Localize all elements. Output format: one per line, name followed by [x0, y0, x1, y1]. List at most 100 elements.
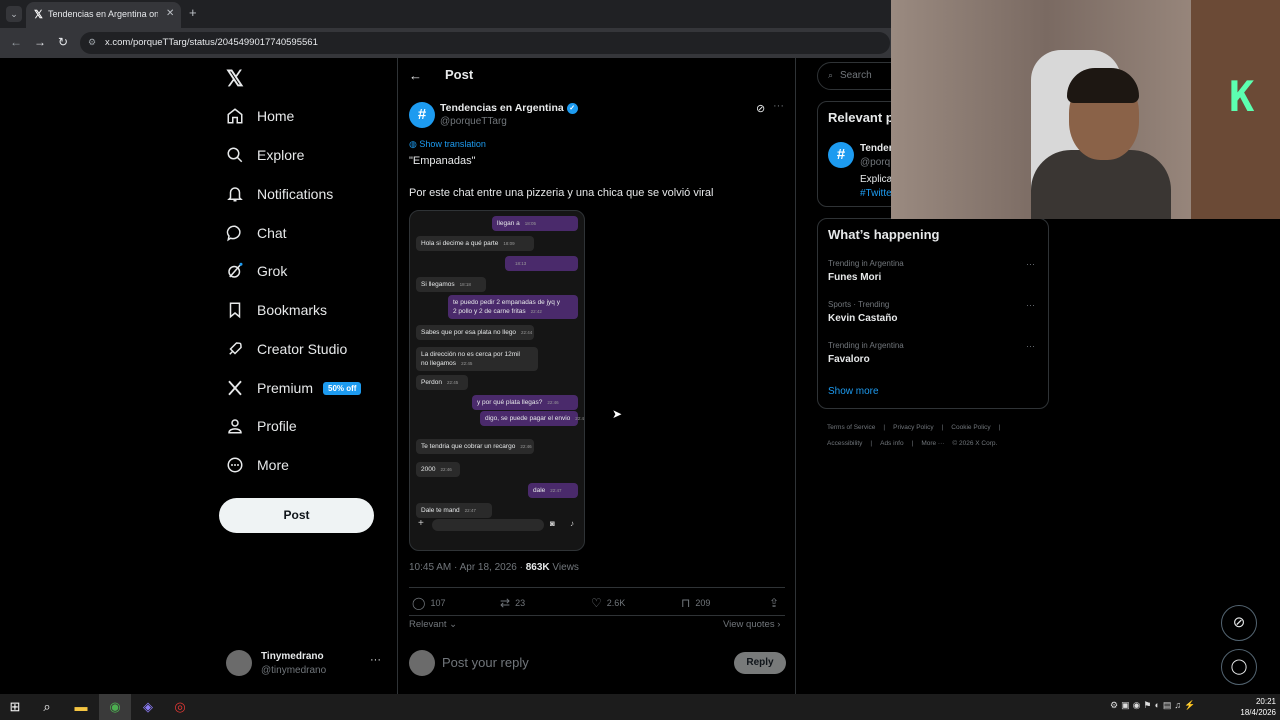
- footer-link[interactable]: Ads info: [880, 440, 904, 447]
- new-tab-icon[interactable]: +: [189, 5, 197, 20]
- discord-icon[interactable]: ◈: [139, 698, 157, 716]
- chat-fab-button[interactable]: ◯: [1221, 649, 1257, 685]
- chat-bubble-incoming: La dirección no es cerca por 12mil no lle…: [416, 347, 538, 371]
- chat-message-time: 22:45: [461, 361, 473, 366]
- chat-message-time: 22:46: [520, 444, 532, 449]
- reply-button[interactable]: Reply: [734, 652, 786, 674]
- like-action[interactable]: ♡ 2.6K: [591, 596, 625, 610]
- footer-link[interactable]: Privacy Policy: [893, 424, 933, 431]
- more-dots-icon[interactable]: ···: [1026, 259, 1035, 269]
- tab-close-icon[interactable]: ✕: [166, 8, 174, 19]
- heart-icon: ♡: [591, 596, 602, 610]
- system-tray-icons[interactable]: ⚙▣◉⚑◐▤♫⚡: [1110, 700, 1198, 711]
- tweet-text-line: "Empanadas": [409, 155, 476, 167]
- chat-message-text: llegan a: [497, 220, 520, 227]
- chat-message-text: te puedo pedir 2 empanadas de jyq y: [453, 299, 560, 306]
- post-column: ← Post # Tendencias en Argentina ✓ @porqu…: [397, 58, 796, 694]
- chat-bubble-outgoing: 18:13: [505, 256, 578, 271]
- address-bar[interactable]: ⚙ x.com/porqueTTarg/status/2045499017740…: [80, 32, 890, 54]
- footer-link[interactable]: Terms of Service: [827, 424, 875, 431]
- grok-explain-icon[interactable]: ⊘: [756, 102, 765, 115]
- bookmark-action[interactable]: ⊓ 209: [681, 596, 710, 610]
- user-handle: @tinymedrano: [261, 665, 327, 676]
- trend-name: Favaloro: [828, 354, 870, 365]
- person-icon: [228, 419, 242, 434]
- post-button[interactable]: Post: [219, 498, 374, 533]
- footer-link[interactable]: Cookie Policy: [951, 424, 990, 431]
- mic-icon: ♪: [570, 519, 574, 528]
- author-avatar[interactable]: #: [409, 102, 435, 128]
- tweet-image[interactable]: + ◙ ♪ llegan a 18:05 Hola si decime a qué …: [409, 210, 585, 551]
- chat-message-text: no llegamos: [421, 360, 457, 367]
- sidebar-item-bookmarks[interactable]: Bookmarks: [226, 296, 327, 324]
- post-timestamp: 10:45 AM · Apr 18, 2026 · 863K Views: [409, 562, 579, 573]
- obs-icon[interactable]: ◎: [171, 698, 189, 716]
- grok-fab-button[interactable]: ⊘: [1221, 605, 1257, 641]
- sidebar-item-profile[interactable]: Profile: [226, 412, 297, 440]
- author-handle[interactable]: @porqueTTarg: [440, 116, 507, 127]
- sidebar-item-label: More: [257, 457, 289, 473]
- sidebar-item-creator-studio[interactable]: Creator Studio: [226, 335, 347, 363]
- sidebar-item-more[interactable]: More: [226, 451, 289, 479]
- reply-sort-dropdown[interactable]: Relevant ⌄: [409, 619, 457, 630]
- chat-message-time: 22:46: [575, 416, 585, 421]
- tab-search-icon[interactable]: ⌄: [6, 6, 22, 22]
- chrome-icon[interactable]: ◉: [106, 698, 124, 716]
- more-dots-icon[interactable]: ···: [1026, 300, 1035, 310]
- search-icon: ⌕: [828, 70, 834, 80]
- relevant-user-handle: @porq: [860, 157, 891, 168]
- webcam-overlay: K: [891, 0, 1280, 219]
- reply-input[interactable]: Post your reply: [442, 655, 529, 670]
- windows-start-icon[interactable]: ⊞: [6, 698, 24, 716]
- user-name: Tinymedrano: [261, 651, 324, 662]
- search-icon[interactable]: ⌕: [38, 698, 56, 716]
- x-logo-icon[interactable]: 𝕏: [226, 66, 244, 92]
- footer-links: Accessibility | Ads info | More ··· © 2026 X …: [827, 440, 1057, 447]
- footer-link[interactable]: More ···: [921, 440, 944, 447]
- share-action[interactable]: ⇪: [769, 596, 784, 610]
- trend-item[interactable]: Trending in Argentina Favaloro ···: [828, 341, 1040, 371]
- avatar[interactable]: #: [828, 142, 854, 168]
- system-clock[interactable]: 20:21 18/4/2026: [1236, 696, 1276, 718]
- more-dots-icon[interactable]: ···: [773, 100, 784, 112]
- sidebar-item-chat[interactable]: Chat: [226, 219, 287, 247]
- sidebar-item-notifications[interactable]: Notifications: [226, 180, 333, 208]
- sidebar-item-grok[interactable]: Grok: [226, 257, 287, 285]
- footer-link[interactable]: Accessibility: [827, 440, 862, 447]
- repost-action[interactable]: ⇄ 23: [500, 596, 525, 610]
- chat-bubble-outgoing: te puedo pedir 2 empanadas de jyq y 2 pol…: [448, 295, 578, 319]
- reply-icon: ◯: [412, 596, 426, 610]
- sidebar-item-premium[interactable]: Premium 50% off: [226, 374, 362, 402]
- trend-item[interactable]: Trending in Argentina Funes Mori ···: [828, 259, 1040, 289]
- account-switcher[interactable]: Tinymedrano @tinymedrano ···: [226, 648, 386, 680]
- back-arrow-icon[interactable]: ←: [409, 68, 422, 83]
- view-quotes-link[interactable]: View quotes ›: [723, 619, 780, 630]
- neon-logo-icon: K: [1229, 72, 1255, 121]
- more-dots-icon[interactable]: ···: [370, 654, 381, 666]
- sidebar-item-home[interactable]: Home: [226, 102, 294, 130]
- relevant-user-name[interactable]: Tender: [860, 143, 893, 154]
- sidebar-item-explore[interactable]: Explore: [226, 141, 304, 169]
- chat-message-time: 22:42: [530, 309, 542, 314]
- sidebar-item-label: Bookmarks: [257, 302, 328, 318]
- trend-name: Kevin Castaño: [828, 313, 898, 324]
- file-explorer-icon[interactable]: ▬: [72, 698, 90, 716]
- browser-tab[interactable]: 𝕏 Tendencias en Argentina on X: " ✕: [26, 2, 181, 28]
- reply-action[interactable]: ◯ 107: [412, 596, 445, 610]
- reload-icon[interactable]: ↻: [58, 35, 68, 49]
- divider: [409, 615, 785, 616]
- forward-icon[interactable]: →: [34, 35, 46, 49]
- trend-item[interactable]: Sports · Trending Kevin Castaño ···: [828, 300, 1040, 330]
- author-name[interactable]: Tendencias en Argentina ✓: [440, 102, 578, 114]
- chat-bubble-incoming: 2000 22:46: [416, 462, 460, 477]
- chat-bubble-incoming: Te tendria que cobrar un recargo 22:46: [416, 439, 534, 454]
- hashtag-link[interactable]: #Twitte: [860, 188, 892, 199]
- trend-context: Trending in Argentina: [828, 341, 904, 350]
- chat-message-text: digo, se puede pagar el envio: [485, 415, 571, 422]
- site-info-icon[interactable]: ⚙: [88, 37, 96, 48]
- more-dots-icon[interactable]: ···: [1026, 341, 1035, 351]
- show-more-link[interactable]: Show more: [828, 386, 879, 397]
- chat-message-text: La dirección no es cerca por 12mil: [421, 351, 520, 358]
- show-translation-link[interactable]: ◍ Show translation: [409, 139, 486, 150]
- back-icon[interactable]: ←: [10, 35, 22, 49]
